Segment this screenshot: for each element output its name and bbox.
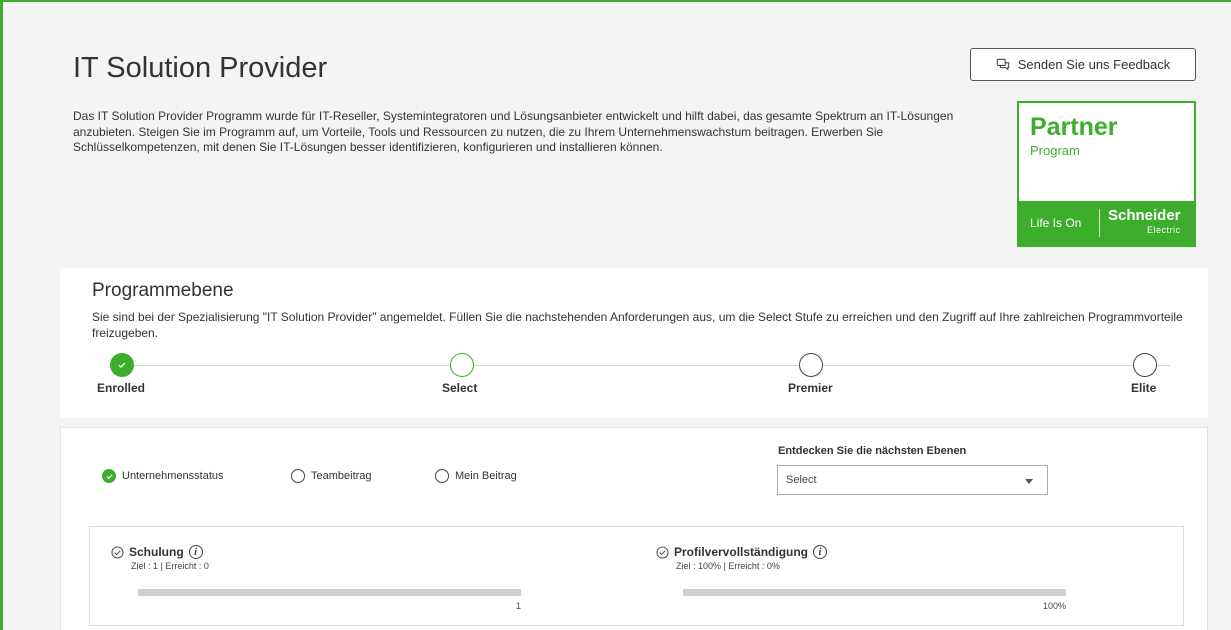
progress-bar-label: 100%: [1042, 601, 1066, 611]
logo-subtitle: Program: [1030, 143, 1080, 158]
radio-teambeitrag[interactable]: Teambeitrag: [291, 469, 372, 483]
chat-icon: [996, 58, 1009, 70]
logo-footer: Life Is On Schneider Electric: [1019, 201, 1194, 245]
radio-label: Unternehmensstatus: [122, 470, 224, 482]
progress-bar-label: 1: [515, 601, 521, 611]
radio-unchecked-icon: [435, 469, 449, 483]
step-premier-label: Premier: [788, 381, 833, 395]
step-premier-icon: [799, 353, 823, 377]
progress-panel: Unternehmensstatus Teambeitrag Mein Beit…: [60, 427, 1208, 630]
page-title: IT Solution Provider: [73, 52, 328, 84]
radio-label: Mein Beitrag: [455, 470, 517, 482]
step-enrolled-label: Enrolled: [97, 381, 146, 395]
program-level-title: Programmebene: [92, 280, 234, 301]
progress-bar-schulung: [138, 589, 521, 596]
requirement-meta: Ziel : 1 | Erreicht : 0: [131, 561, 209, 571]
logo-separator: [1099, 209, 1100, 237]
stepper-line: [130, 365, 1170, 366]
partner-program-logo: Partner Program Life Is On Schneider Ele…: [1017, 101, 1196, 247]
radio-label: Teambeitrag: [311, 470, 372, 482]
intro-text: Das IT Solution Provider Programm wurde …: [73, 109, 954, 154]
step-select-icon: [450, 353, 474, 377]
feedback-button-label: Senden Sie uns Feedback: [1017, 57, 1171, 72]
info-icon[interactable]: i: [813, 545, 828, 559]
requirement-title: Profilvervollständigung: [674, 545, 809, 559]
logo-brand-sub: Electric: [1147, 225, 1181, 235]
discover-levels-label: Entdecken Sie die nächsten Ebenen: [778, 445, 967, 457]
check-circle-icon: [656, 545, 669, 559]
program-level-card: Programmebene Sie sind bei der Spezialis…: [60, 268, 1208, 418]
step-elite-icon: [1133, 353, 1157, 377]
logo-brand: Schneider Electric: [1108, 207, 1181, 237]
check-circle-icon: [111, 545, 124, 559]
radio-mein-beitrag[interactable]: Mein Beitrag: [435, 469, 517, 483]
step-elite-label: Elite: [1131, 381, 1157, 395]
progress-bar-profil: [683, 589, 1066, 596]
chevron-down-icon: [1025, 479, 1033, 484]
logo-brand-name: Schneider: [1108, 207, 1181, 224]
step-enrolled-icon: [110, 353, 134, 377]
logo-title: Partner: [1030, 113, 1118, 141]
feedback-button[interactable]: Senden Sie uns Feedback: [970, 48, 1196, 81]
requirement-profil: Profilvervollständigung i Ziel : 100% | …: [656, 545, 828, 571]
radio-unternehmensstatus[interactable]: Unternehmensstatus: [102, 469, 224, 483]
program-level-description: Sie sind bei der Spezialisierung "IT Sol…: [92, 310, 1183, 340]
page-frame: IT Solution Provider Senden Sie uns Feed…: [0, 0, 1231, 630]
step-select-label: Select: [442, 381, 478, 395]
requirement-title: Schulung: [129, 545, 184, 559]
radio-unchecked-icon: [291, 469, 305, 483]
info-icon[interactable]: i: [188, 545, 203, 559]
levels-select[interactable]: Select: [777, 465, 1048, 495]
requirement-meta: Ziel : 100% | Erreicht : 0%: [676, 561, 780, 571]
levels-select-value: Select: [786, 474, 817, 486]
requirement-schulung: Schulung i Ziel : 1 | Erreicht : 0: [111, 545, 209, 571]
radio-checked-icon: [102, 469, 116, 483]
requirements-card: Schulung i Ziel : 1 | Erreicht : 0 1 Pro…: [89, 526, 1184, 626]
logo-tagline: Life Is On: [1030, 216, 1082, 230]
